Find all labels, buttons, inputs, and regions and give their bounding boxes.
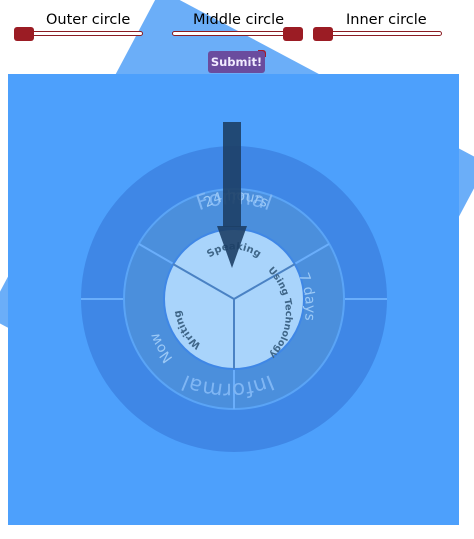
- wheel-diagram: Formal Informal 24 hours 7 days Now Spea…: [81, 122, 387, 452]
